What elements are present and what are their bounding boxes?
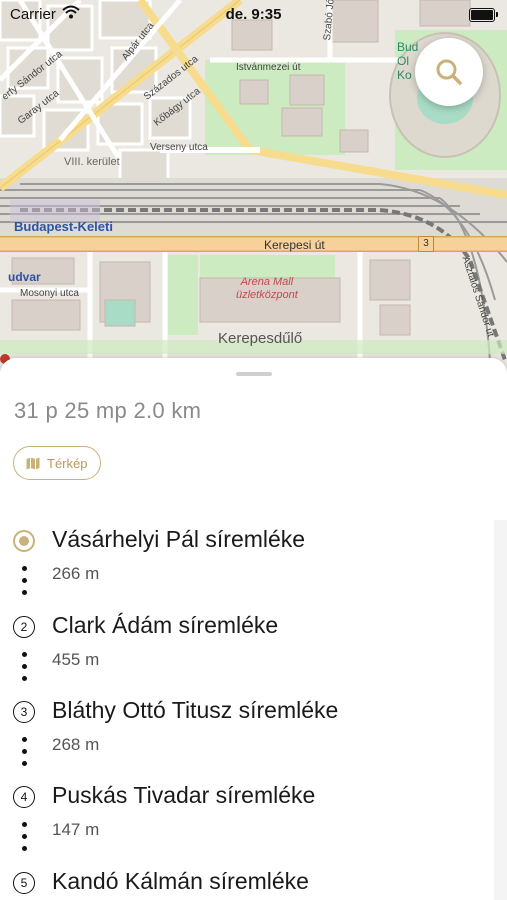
road-number-shield: 3 bbox=[418, 236, 434, 252]
map-button-label: Térkép bbox=[47, 455, 88, 471]
map-label-mosonyi: Mosonyi utca bbox=[20, 288, 79, 299]
clock: de. 9:35 bbox=[225, 6, 282, 23]
list-scrollbar[interactable] bbox=[494, 520, 507, 900]
stop-name: Vásárhelyi Pál síremléke bbox=[52, 526, 306, 552]
stop-number-badge: 4 bbox=[13, 786, 35, 808]
stop-number-badge: 5 bbox=[13, 872, 35, 894]
current-stop-icon bbox=[13, 530, 35, 552]
route-summary: 31 p 25 mp 2.0 km bbox=[14, 398, 202, 423]
route-bottom-sheet[interactable]: 31 p 25 mp 2.0 km Térkép Vásárhelyi Pál … bbox=[0, 358, 507, 900]
stop-name: Clark Ádám síremléke bbox=[52, 612, 279, 638]
stop-distance: 455 m bbox=[52, 650, 100, 669]
stop-distance: 266 m bbox=[52, 564, 100, 583]
sheet-drag-handle[interactable] bbox=[236, 372, 272, 376]
route-connector bbox=[22, 652, 28, 688]
status-bar: Carrier de. 9:35 bbox=[0, 0, 507, 28]
search-icon bbox=[436, 59, 462, 85]
battery-icon bbox=[469, 8, 498, 22]
stop-distance: 147 m bbox=[52, 820, 100, 839]
route-connector bbox=[22, 822, 28, 858]
map-label-arena-mall: Arena Mall üzletközpont bbox=[236, 276, 298, 301]
stop-number-badge: 3 bbox=[13, 701, 35, 723]
stop-number-badge: 2 bbox=[13, 616, 35, 638]
map-label-viii-kerulet: VIII. kerület bbox=[64, 156, 120, 168]
route-connector bbox=[22, 566, 28, 602]
map-label-kerepesi-ut: Kerepesi út bbox=[264, 238, 325, 252]
stop-name: Puskás Tivadar síremléke bbox=[52, 782, 316, 808]
map-label-station: Budapest-Keleti bbox=[14, 219, 113, 234]
map-button[interactable]: Térkép bbox=[13, 446, 102, 480]
map-label-udvar: udvar bbox=[8, 270, 41, 284]
stop-name: Bláthy Ottó Titusz síremléke bbox=[52, 697, 339, 723]
map-label-verseny: Verseny utca bbox=[150, 142, 208, 153]
map-icon bbox=[26, 457, 40, 469]
stop-name: Kandó Kálmán síremléke bbox=[52, 868, 309, 894]
stop-distance: 268 m bbox=[52, 735, 100, 754]
map-label-istvanmezei: Istvánmezei út bbox=[236, 62, 301, 73]
route-stop-list[interactable]: Vásárhelyi Pál síremléke 266 m 2 Clark Á… bbox=[0, 520, 494, 900]
route-connector bbox=[22, 737, 28, 773]
search-button[interactable] bbox=[415, 38, 483, 106]
map-label-kerepesdulo: Kerepesdűlő bbox=[218, 330, 303, 347]
